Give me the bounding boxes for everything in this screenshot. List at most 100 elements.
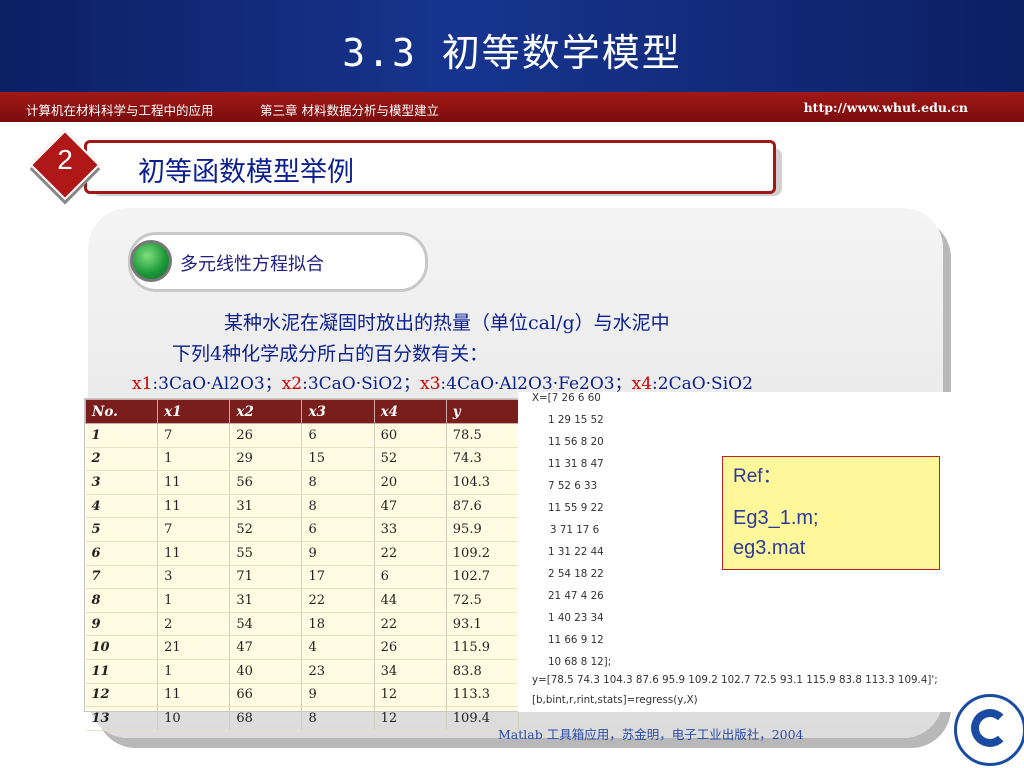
table-row: 6 11 55 9 22 109.2 (85, 541, 520, 566)
table-cell: 12 (85, 683, 159, 708)
table-cell: 2 (157, 612, 231, 637)
table-cell: 15 (301, 447, 375, 472)
table-row: 8 1 31 22 44 72.5 (85, 588, 520, 613)
code-line: 11 55 9 22 (548, 502, 604, 514)
table-cell: 31 (229, 588, 303, 613)
table-cell: 11 (157, 541, 231, 566)
green-bullet-icon (130, 240, 172, 282)
table-cell: 9 (85, 612, 159, 637)
table-cell: 1 (157, 659, 231, 684)
code-line: 3 71 17 6 (550, 524, 600, 536)
table-header-cell: x4 (373, 399, 447, 424)
table-cell: 60 (374, 423, 447, 448)
table-row: 12 11 66 9 12 113.3 (85, 683, 520, 708)
code-line: y=[78.5 74.3 104.3 87.6 95.9 109.2 102.7… (532, 674, 938, 686)
code-line: 11 66 9 12 (548, 634, 604, 646)
table-header-cell: x2 (229, 399, 303, 424)
table-cell: 6 (85, 541, 159, 566)
logo-mark (971, 709, 1009, 747)
table-cell: 4 (85, 494, 159, 519)
table-cell: 52 (374, 447, 447, 472)
table-cell: 3 (157, 565, 231, 590)
description-paragraph: 某种水泥在凝固时放出的热量（单位cal/g）与水泥中 下列4种化学成分所占的百分… (172, 308, 862, 370)
component-formula: :3CaO·Al2O3； (152, 374, 282, 394)
table-cell: 6 (301, 517, 375, 542)
table-cell: 113.3 (446, 683, 520, 708)
table-cell: 95.9 (446, 517, 520, 542)
table-cell: 22 (374, 612, 447, 637)
table-row: 13 10 68 8 12 109.4 (85, 706, 520, 731)
table-cell: 7 (157, 517, 231, 542)
university-logo-icon (954, 694, 1024, 766)
table-cell: 22 (374, 541, 447, 566)
table-header-row: No. x1 x2 x3 x4 y (84, 399, 520, 424)
table-cell: 3 (85, 470, 159, 495)
paragraph-line-2: 下列4种化学成分所占的百分数有关： (172, 343, 489, 365)
table-cell: 18 (301, 612, 375, 637)
table-cell: 44 (374, 588, 447, 613)
table-cell: 109.2 (446, 541, 520, 566)
table-row: 7 3 71 17 6 102.7 (85, 565, 520, 590)
table-cell: 6 (374, 565, 447, 590)
table-cell: 8 (301, 706, 375, 731)
table-row: 2 1 29 15 52 74.3 (85, 447, 520, 472)
table-cell: 13 (85, 706, 159, 731)
table-cell: 55 (229, 541, 303, 566)
reference-box: Ref： Eg3_1.m; eg3.mat (722, 456, 940, 570)
table-cell: 87.6 (446, 494, 520, 519)
table-cell: 17 (301, 565, 375, 590)
table-cell: 1 (157, 447, 231, 472)
code-line: X=[7 26 6 60 (532, 392, 601, 404)
table-cell: 8 (85, 588, 159, 613)
table-cell: 21 (157, 635, 231, 660)
component-name: x2 (281, 374, 303, 394)
table-cell: 54 (229, 612, 303, 637)
table-cell: 23 (301, 659, 375, 684)
table-row: 3 11 56 8 20 104.3 (85, 470, 520, 495)
table-cell: 34 (374, 659, 447, 684)
site-url[interactable]: http://www.whut.edu.cn (804, 100, 968, 115)
code-line: [b,bint,r,rint,stats]=regress(y,X) (532, 694, 698, 706)
table-cell: 93.1 (446, 612, 520, 637)
table-cell: 10 (85, 635, 159, 660)
table-cell: 7 (85, 565, 159, 590)
code-line: 1 29 15 52 (548, 414, 604, 426)
table-cell: 26 (374, 635, 447, 660)
table-cell: 52 (229, 517, 303, 542)
table-cell: 11 (157, 494, 231, 519)
table-cell: 8 (301, 470, 375, 495)
table-cell: 115.9 (446, 635, 520, 660)
table-cell: 68 (229, 706, 303, 731)
code-line: 1 31 22 44 (548, 546, 604, 558)
component-formula: :2CaO·SiO2 (652, 374, 753, 394)
component-name: x1 (132, 374, 153, 394)
table-cell: 104.3 (446, 470, 520, 495)
table-cell: 47 (229, 635, 303, 660)
table-cell: 74.3 (446, 447, 520, 472)
table-cell: 1 (157, 588, 231, 613)
table-cell: 26 (229, 423, 303, 448)
code-line: 10 68 8 12]; (548, 656, 612, 668)
course-name: 计算机在材料科学与工程中的应用 (26, 103, 214, 118)
table-row: 1 7 26 6 60 78.5 (85, 423, 520, 448)
table-cell: 71 (229, 565, 303, 590)
table-cell: 72.5 (446, 588, 520, 613)
table-cell: 102.7 (446, 565, 520, 590)
table-cell: 9 (301, 683, 375, 708)
components-line: x1:3CaO·Al2O3；x2:3CaO·SiO2；x3:4CaO·Al2O3… (132, 369, 753, 394)
table-cell: 47 (374, 494, 447, 519)
table-row: 5 7 52 6 33 95.9 (85, 517, 520, 542)
table-cell: 6 (301, 423, 375, 448)
table-cell: 56 (229, 470, 303, 495)
table-cell: 31 (229, 494, 303, 519)
table-cell: 83.8 (446, 659, 520, 684)
table-cell: 9 (301, 541, 375, 566)
table-row: 10 21 47 4 26 115.9 (85, 635, 520, 660)
code-line: 21 47 4 26 (548, 590, 604, 602)
table-cell: 12 (374, 683, 447, 708)
component-name: x4 (631, 374, 653, 394)
table-cell: 11 (85, 659, 159, 684)
table-cell: 66 (229, 683, 303, 708)
data-table: No. x1 x2 x3 x4 y 1 7 26 6 60 78.5 2 1 29 15 52 74.… (84, 399, 520, 731)
table-cell: 11 (157, 683, 231, 708)
